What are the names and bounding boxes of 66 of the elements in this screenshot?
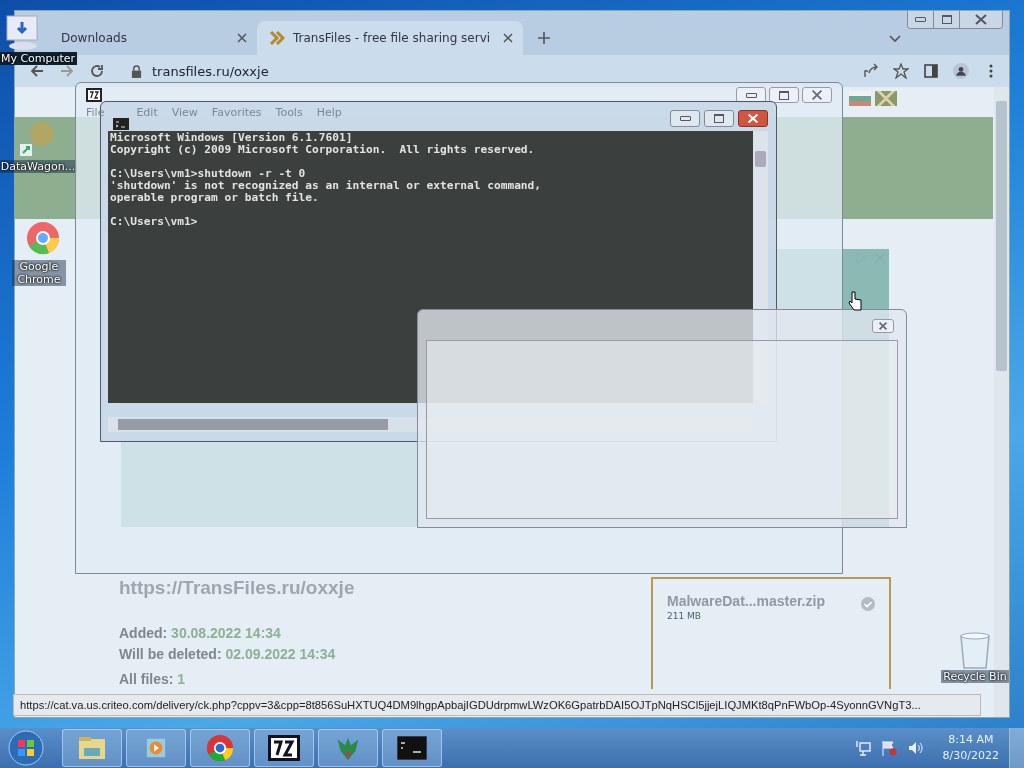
date-value: 02.09.2022 14:34 [225, 646, 336, 662]
field-label: Added: [119, 625, 168, 641]
taskbar-button[interactable] [254, 729, 314, 767]
share-icon[interactable] [863, 63, 879, 79]
console-line: operable program or batch file. [110, 192, 319, 204]
flag-icon[interactable] [849, 91, 871, 106]
clock[interactable]: 8:14 AM 8/30/2022 [942, 732, 999, 764]
minimize-button[interactable] [908, 11, 934, 28]
menu-item[interactable]: Favorites [211, 106, 262, 119]
back-arrow-icon[interactable] [29, 63, 45, 79]
date-value: 30.08.2022 14:34 [171, 625, 281, 641]
file-count: 1 [177, 671, 186, 687]
file-size: 211 MB [667, 611, 701, 621]
star-icon[interactable] [893, 63, 909, 79]
lock-icon [131, 64, 142, 78]
field-label: All files: [119, 671, 174, 687]
menu-item[interactable]: View [171, 106, 198, 119]
console-line: 'shutdown' is not recognized as an internal or external command, [110, 180, 542, 192]
close-button[interactable] [802, 87, 832, 103]
side-panel-icon[interactable] [923, 63, 939, 79]
flag-alert-icon[interactable] [880, 740, 897, 756]
share-link[interactable]: https://TransFiles.ru/oxxje [119, 577, 355, 599]
close-icon[interactable] [237, 33, 247, 43]
play-icon [145, 737, 167, 759]
console-line: Microsoft Windows [Version 6.1.7601] [110, 132, 353, 144]
minimize-button[interactable] [670, 110, 700, 127]
chrome-icon [206, 734, 234, 762]
new-tab-icon[interactable] [537, 31, 551, 45]
maximize-button[interactable] [704, 110, 734, 127]
start-button[interactable] [8, 730, 44, 766]
close-button[interactable] [872, 319, 894, 333]
close-button[interactable] [960, 11, 1002, 28]
menu-item[interactable]: Edit [136, 106, 158, 119]
desktop-icon-label[interactable]: Google Chrome [12, 260, 66, 286]
browser-tab[interactable]: Downloads [57, 21, 257, 55]
hand-cursor-icon [848, 291, 862, 311]
close-button[interactable] [738, 110, 768, 127]
close-icon[interactable] [503, 33, 513, 43]
menu-item[interactable]: Tools [275, 106, 303, 119]
speaker-icon[interactable] [906, 740, 923, 756]
network-icon[interactable] [854, 740, 871, 756]
check-icon [861, 597, 875, 611]
console-line: C:\Users\vm1>shutdown -r -t 0 [110, 168, 306, 180]
desktop-icon-label[interactable]: Recycle Bin [941, 670, 1009, 683]
maximize-button[interactable] [769, 87, 799, 103]
desktop-icon-label[interactable]: My Computer [0, 52, 78, 65]
chevron-down-icon[interactable] [889, 35, 901, 43]
console-icon [113, 115, 129, 127]
console-icon [397, 736, 427, 760]
archiver-logo-icon [86, 87, 102, 101]
folder-icon [78, 736, 106, 760]
file-card[interactable]: MalwareDat...master.zip 211 MB [651, 577, 891, 689]
archiver-icon [268, 735, 300, 761]
field-label: Will be deleted: [119, 646, 222, 662]
forward-arrow-icon[interactable] [59, 63, 75, 79]
maximize-button[interactable] [934, 11, 960, 28]
reload-icon[interactable] [89, 63, 105, 79]
menu-item[interactable]: Help [316, 106, 342, 119]
file-name: MalwareDat...master.zip [667, 593, 825, 609]
status-url: https://cat.va.us.criteo.com/delivery/ck.php?cppv=3&cpp=8t856SuHXTUQ4DM9lhgpApbajIGDUdrpmwLWzOK6GpatrbDAI5OJTpNqHSCl5jjejLIQJMKt8qPnFWbOp-4SyonnGVNgT3... [13, 694, 981, 716]
profile-icon[interactable] [953, 63, 969, 79]
chevron-icon [269, 30, 285, 46]
console-line: C:\Users\vm1> [110, 216, 198, 228]
console-line: Copyright (c) 2009 Microsoft Corporation. All rights reserved. [110, 144, 535, 156]
taskbar-button[interactable] [382, 729, 442, 767]
browser-tab[interactable]: TransFiles - free file sharing servi [257, 21, 523, 55]
